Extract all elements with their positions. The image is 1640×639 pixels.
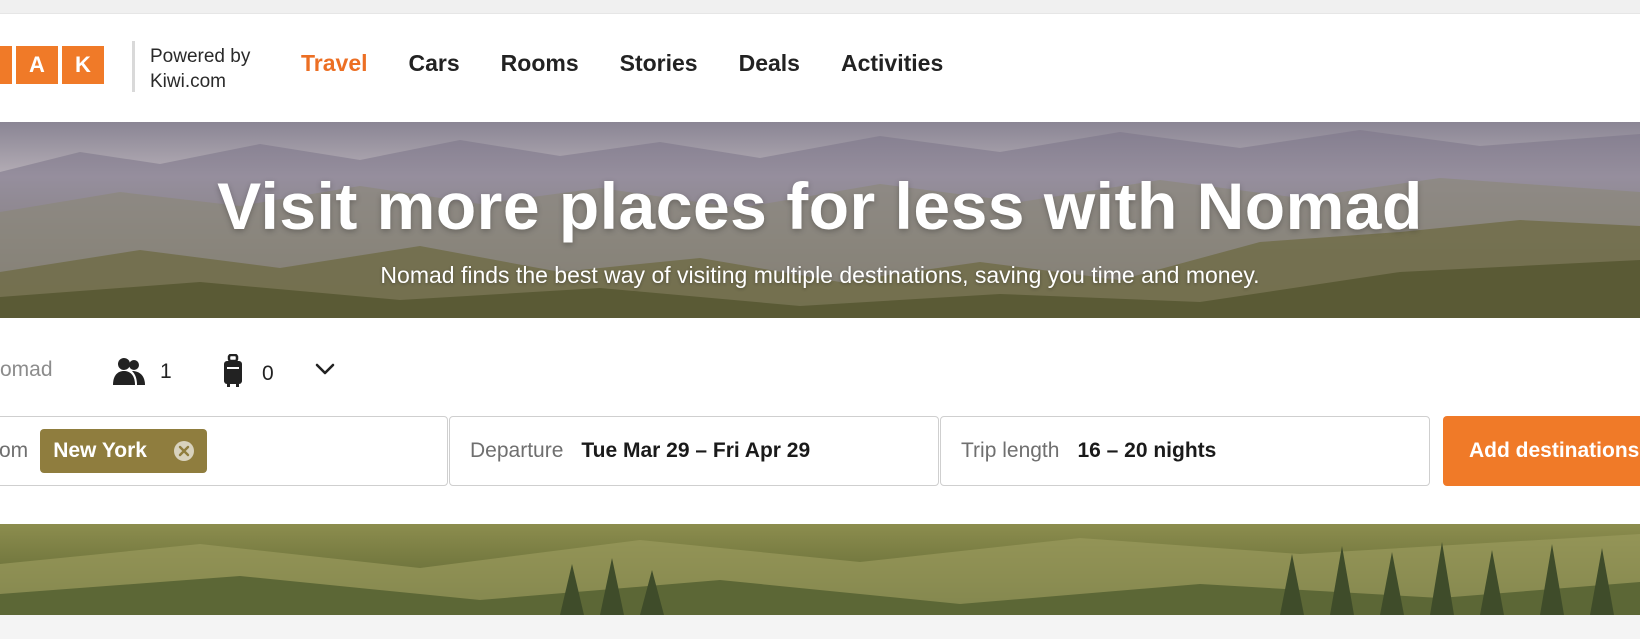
- powered-by-text: Powered by Kiwi.com: [150, 44, 250, 94]
- nav-item-activities[interactable]: Activities: [841, 50, 943, 77]
- trip-length-label: Trip length: [961, 439, 1060, 462]
- trip-length-field[interactable]: Trip length 16 – 20 nights: [940, 416, 1430, 486]
- logo-tile: [0, 46, 12, 84]
- travelers-icon: [112, 356, 146, 388]
- clear-icon[interactable]: [173, 440, 195, 462]
- top-strip: [0, 0, 1640, 14]
- trip-mode-selector[interactable]: omad: [0, 358, 53, 382]
- nav-item-deals[interactable]: Deals: [739, 50, 800, 77]
- powered-by-brand: Kiwi.com: [150, 71, 227, 92]
- travelers-selector[interactable]: 1: [112, 356, 172, 388]
- departure-label: Departure: [470, 439, 564, 462]
- logo-tile: A: [16, 46, 58, 84]
- hero-banner: Visit more places for less with Nomad No…: [0, 122, 1640, 318]
- departure-field[interactable]: Departure Tue Mar 29 – Fri Apr 29: [449, 416, 939, 486]
- origin-label: om: [0, 439, 29, 462]
- logo-tile: K: [62, 46, 104, 84]
- origin-chip[interactable]: New York: [40, 429, 207, 473]
- chevron-down-icon[interactable]: [312, 358, 338, 380]
- bottom-strip: [0, 615, 1640, 639]
- nav-item-travel[interactable]: Travel: [301, 50, 368, 77]
- site-header: A K Powered by Kiwi.com Travel Cars Room…: [0, 14, 1640, 122]
- nav-item-rooms[interactable]: Rooms: [501, 50, 579, 77]
- powered-by-line: Powered by: [150, 46, 251, 67]
- header-divider: [132, 41, 135, 92]
- travelers-count: 1: [160, 360, 172, 383]
- nav-item-stories[interactable]: Stories: [620, 50, 698, 77]
- baggage-icon: [222, 353, 244, 393]
- brand-logo[interactable]: A K: [0, 46, 104, 84]
- add-destinations-button[interactable]: Add destinations: [1443, 416, 1640, 486]
- hero-subtitle: Nomad finds the best way of visiting mul…: [380, 262, 1260, 288]
- origin-field[interactable]: om New York: [0, 416, 448, 486]
- hills-image: [0, 534, 1640, 615]
- trip-length-value: 16 – 20 nights: [1077, 439, 1217, 462]
- hero-title: Visit more places for less with Nomad: [217, 169, 1423, 243]
- bags-selector[interactable]: 0: [222, 353, 274, 393]
- origin-chip-label: New York: [53, 439, 147, 462]
- lower-landscape-image: [0, 524, 1640, 615]
- search-panel: omad 1 0 om New York Departure Tue Mar 2…: [0, 318, 1640, 524]
- bags-count: 0: [262, 361, 274, 385]
- departure-value: Tue Mar 29 – Fri Apr 29: [581, 439, 811, 462]
- nav-item-cars[interactable]: Cars: [409, 50, 460, 77]
- main-nav: Travel Cars Rooms Stories Deals Activiti…: [301, 50, 943, 77]
